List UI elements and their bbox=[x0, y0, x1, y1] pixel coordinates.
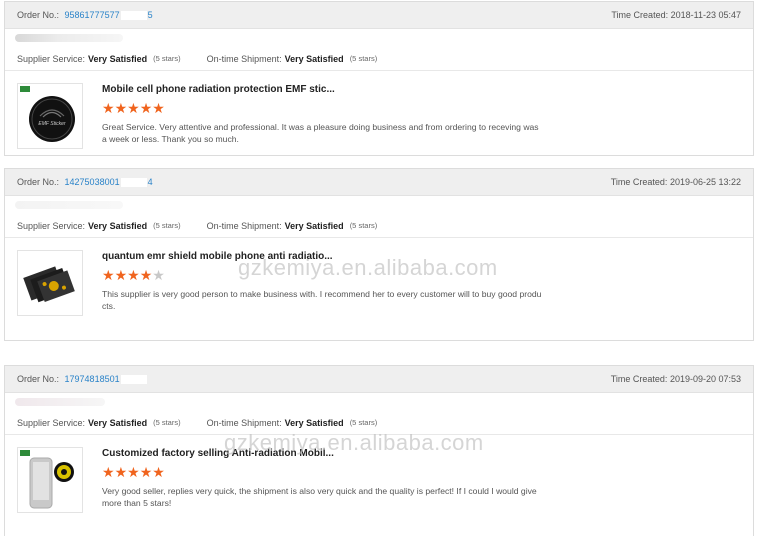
supplier-service-value: Very Satisfied bbox=[88, 417, 148, 428]
product-title-link[interactable]: Mobile cell phone radiation protection E… bbox=[102, 84, 335, 95]
shipment-stars-note: (5 stars) bbox=[349, 54, 378, 63]
star-rating: ★★★★★ bbox=[102, 268, 165, 282]
buyer-name-redacted bbox=[5, 29, 753, 47]
star-filled-icon: ★ bbox=[139, 267, 153, 283]
star-filled-icon: ★ bbox=[102, 100, 115, 116]
product-thumbnail[interactable] bbox=[17, 447, 83, 513]
star-filled-icon: ★ bbox=[127, 267, 140, 283]
star-filled-icon: ★ bbox=[102, 464, 115, 480]
svg-text:EMF Sticker: EMF Sticker bbox=[38, 121, 65, 127]
star-filled-icon: ★ bbox=[139, 100, 153, 116]
star-rating: ★★★★★ bbox=[102, 101, 165, 115]
star-rating: ★★★★★ bbox=[102, 465, 165, 479]
shipment-stars-note: (5 stars) bbox=[349, 418, 378, 427]
order-number-link[interactable]: 17974818501 bbox=[65, 374, 148, 385]
time-created-value: 2018-11-23 05:47 bbox=[670, 10, 741, 20]
review-text: Very good seller, replies very quick, th… bbox=[102, 486, 537, 508]
buyer-name-redacted bbox=[5, 196, 753, 214]
supplier-stars-note: (5 stars) bbox=[153, 418, 181, 427]
supplier-service-label: Supplier Service: bbox=[17, 417, 86, 428]
shipment-value: Very Satisfied bbox=[284, 53, 344, 64]
star-filled-icon: ★ bbox=[152, 100, 165, 116]
order-number-link[interactable]: 95861777577 5 bbox=[65, 10, 153, 21]
shipment-label: On-time Shipment: bbox=[206, 417, 282, 428]
star-filled-icon: ★ bbox=[114, 464, 128, 480]
rating-row: Supplier Service: Very Satisfied (5 star… bbox=[5, 411, 753, 435]
supplier-service-value: Very Satisfied bbox=[88, 53, 148, 64]
rating-row: Supplier Service: Very Satisfied (5 star… bbox=[5, 214, 753, 238]
star-filled-icon: ★ bbox=[102, 267, 115, 283]
buyer-name-redacted bbox=[5, 393, 753, 411]
review-text: This supplier is very good person to mak… bbox=[102, 289, 542, 311]
star-filled-icon: ★ bbox=[114, 267, 128, 283]
star-filled-icon: ★ bbox=[152, 464, 165, 480]
review-item: Customized factory selling Anti-radiatio… bbox=[5, 435, 753, 535]
supplier-service-label: Supplier Service: bbox=[17, 53, 86, 64]
star-filled-icon: ★ bbox=[127, 100, 140, 116]
review-item: EMF Sticker Mobile cell phone radiation … bbox=[5, 71, 753, 155]
review-text: Great Service. Very attentive and profes… bbox=[102, 122, 539, 144]
star-filled-icon: ★ bbox=[139, 464, 153, 480]
order-number-label: Order No.: bbox=[17, 176, 60, 187]
star-empty-icon: ★ bbox=[152, 267, 165, 283]
shipment-label: On-time Shipment: bbox=[206, 53, 282, 64]
order-number-label: Order No.: bbox=[17, 9, 60, 20]
order-card: Order No.: 95861777577 5 Time Created: 20… bbox=[4, 1, 754, 156]
star-filled-icon: ★ bbox=[114, 100, 128, 116]
product-thumbnail[interactable] bbox=[17, 250, 83, 316]
shipment-value: Very Satisfied bbox=[284, 417, 344, 428]
order-card: Order No.: 14275038001 4 Time Created: 20… bbox=[4, 168, 754, 341]
supplier-service-label: Supplier Service: bbox=[17, 220, 86, 231]
shipment-stars-note: (5 stars) bbox=[349, 221, 378, 230]
shipment-label: On-time Shipment: bbox=[206, 220, 282, 231]
order-header: Order No.: 14275038001 4 Time Created: 20… bbox=[5, 169, 753, 196]
time-created-value: 2019-09-20 07:53 bbox=[669, 374, 741, 384]
time-created-label: Time Created: bbox=[610, 374, 668, 384]
supplier-service-value: Very Satisfied bbox=[88, 220, 148, 231]
product-thumbnail[interactable]: EMF Sticker bbox=[17, 83, 83, 149]
product-title-link[interactable]: Customized factory selling Anti-radiatio… bbox=[102, 448, 334, 459]
star-filled-icon: ★ bbox=[127, 464, 140, 480]
rating-row: Supplier Service: Very Satisfied (5 star… bbox=[5, 47, 753, 71]
time-created-label: Time Created: bbox=[610, 177, 668, 187]
order-number-link[interactable]: 14275038001 4 bbox=[65, 177, 153, 188]
order-header: Order No.: 95861777577 5 Time Created: 20… bbox=[5, 2, 753, 29]
shipment-value: Very Satisfied bbox=[284, 220, 344, 231]
review-item: quantum emr shield mobile phone anti rad… bbox=[5, 238, 753, 338]
order-header: Order No.: 17974818501 Time Created: 201… bbox=[5, 366, 753, 393]
time-created-label: Time Created: bbox=[611, 10, 669, 20]
order-card: Order No.: 17974818501 Time Created: 201… bbox=[4, 365, 754, 536]
supplier-stars-note: (5 stars) bbox=[153, 54, 181, 63]
time-created-value: 2019-06-25 13:22 bbox=[669, 177, 741, 187]
product-title-link[interactable]: quantum emr shield mobile phone anti rad… bbox=[102, 251, 333, 262]
supplier-stars-note: (5 stars) bbox=[153, 221, 181, 230]
order-number-label: Order No.: bbox=[17, 373, 60, 384]
